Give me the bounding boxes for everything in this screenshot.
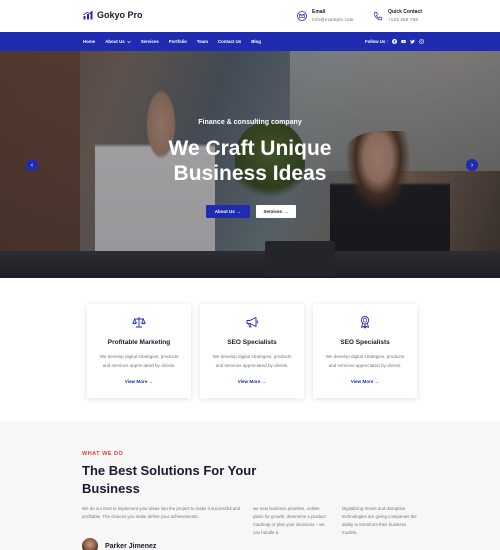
- logo[interactable]: Gokyo Pro: [83, 10, 143, 20]
- email-title: Email: [312, 9, 326, 15]
- email-value: info@example.com: [312, 17, 354, 22]
- chevron-down-icon: [126, 40, 131, 43]
- nav-about-us[interactable]: About Us: [105, 39, 131, 44]
- slider-prev-button[interactable]: ‹: [26, 159, 38, 171]
- instagram-icon[interactable]: [419, 39, 424, 44]
- nav-blog[interactable]: Blog: [251, 39, 261, 44]
- arrow-right-icon: →: [374, 379, 380, 384]
- feature-title: SEO Specialists: [340, 339, 390, 346]
- view-more-label: View More: [124, 379, 148, 384]
- services-button-label: Services: [263, 209, 283, 214]
- arrow-right-icon: →: [236, 209, 242, 214]
- view-more-label: View More: [350, 379, 374, 384]
- feature-text: We develop digital strategies, products …: [325, 354, 405, 368]
- hero-title: We Craft Unique Business Ideas: [0, 136, 500, 186]
- feature-text: We develop digital strategies, products …: [212, 354, 292, 368]
- slider-next-button[interactable]: ›: [466, 159, 478, 171]
- feature-card: SEO Specialists We develop digital strat…: [313, 304, 417, 398]
- author: Parker Jimenez: [82, 538, 156, 550]
- scales-icon: [132, 317, 146, 328]
- arrow-right-icon: →: [284, 209, 289, 214]
- view-more-label: View More: [237, 379, 261, 384]
- nav-links: Home About Us Services Portfolio Team Co…: [83, 32, 261, 51]
- bar-chart-icon: [83, 10, 93, 20]
- top-header: Gokyo Pro Email info@example.com Quick C…: [0, 0, 500, 32]
- avatar: [82, 538, 98, 550]
- social-follow: Follow Us :: [365, 32, 424, 51]
- solutions-paragraph-2: we new business priorities, outline plan…: [253, 506, 326, 535]
- section-title: The Best Solutions For Your Business: [82, 463, 257, 496]
- nav-contact-us[interactable]: Contact Us: [218, 39, 241, 44]
- award-icon: [360, 316, 370, 329]
- main-navbar: Home About Us Services Portfolio Team Co…: [0, 32, 500, 51]
- arrow-right-icon: →: [261, 379, 267, 384]
- nav-home[interactable]: Home: [83, 39, 95, 44]
- feature-text: We develop digital strategies, products …: [99, 354, 179, 368]
- view-more-link[interactable]: View More →: [313, 379, 417, 384]
- services-button[interactable]: Services →: [256, 205, 296, 218]
- feature-card: Profitable Marketing We develop digital …: [87, 304, 191, 398]
- solutions-paragraph-3: Digitalizing trends and disruptive techn…: [342, 506, 417, 535]
- phone-icon: [373, 12, 383, 21]
- about-us-button[interactable]: About Us →: [206, 205, 250, 218]
- hero-kicker: Finance & consulting company: [198, 119, 302, 126]
- hero-banner: Finance & consulting company We Craft Un…: [0, 51, 500, 278]
- arrow-right-icon: →: [148, 379, 154, 384]
- feature-title: Profitable Marketing: [107, 339, 171, 346]
- twitter-icon[interactable]: [409, 39, 415, 44]
- megaphone-icon: [246, 317, 258, 328]
- email-contact[interactable]: Email info@example.com: [297, 9, 354, 23]
- envelope-icon: [297, 11, 307, 21]
- solutions-paragraph-1: We do our best to implement your ideas i…: [82, 506, 241, 519]
- hero-buttons: About Us → Services →: [206, 205, 296, 218]
- chevron-right-icon: ›: [470, 161, 474, 169]
- view-more-link[interactable]: View More →: [87, 379, 191, 384]
- section-kicker: WHAT WE DO: [82, 451, 124, 457]
- follow-label: Follow Us :: [365, 39, 388, 44]
- nav-portfolio[interactable]: Portfolio: [169, 39, 187, 44]
- phone-contact[interactable]: Quick Contact +123 456 789: [373, 9, 422, 23]
- solutions-section: WHAT WE DO The Best Solutions For Your B…: [0, 422, 500, 550]
- feature-title: SEO Specialists: [227, 339, 277, 346]
- phone-title: Quick Contact: [388, 9, 422, 15]
- hero-title-line1: We Craft Unique: [168, 137, 332, 160]
- author-name: Parker Jimenez: [105, 542, 157, 550]
- about-us-button-label: About Us: [214, 209, 235, 214]
- nav-services[interactable]: Services: [141, 39, 159, 44]
- nav-about-us-label: About Us: [105, 39, 125, 44]
- logo-text: Gokyo Pro: [97, 10, 143, 20]
- feature-card: SEO Specialists We develop digital strat…: [200, 304, 304, 398]
- youtube-icon[interactable]: [401, 39, 406, 44]
- view-more-link[interactable]: View More →: [200, 379, 304, 384]
- facebook-icon[interactable]: [391, 39, 397, 44]
- chevron-left-icon: ‹: [30, 161, 34, 169]
- phone-value: +123 456 789: [388, 17, 419, 22]
- nav-team[interactable]: Team: [197, 39, 208, 44]
- hero-title-line2: Business Ideas: [173, 162, 327, 185]
- features-section: Profitable Marketing We develop digital …: [0, 278, 500, 422]
